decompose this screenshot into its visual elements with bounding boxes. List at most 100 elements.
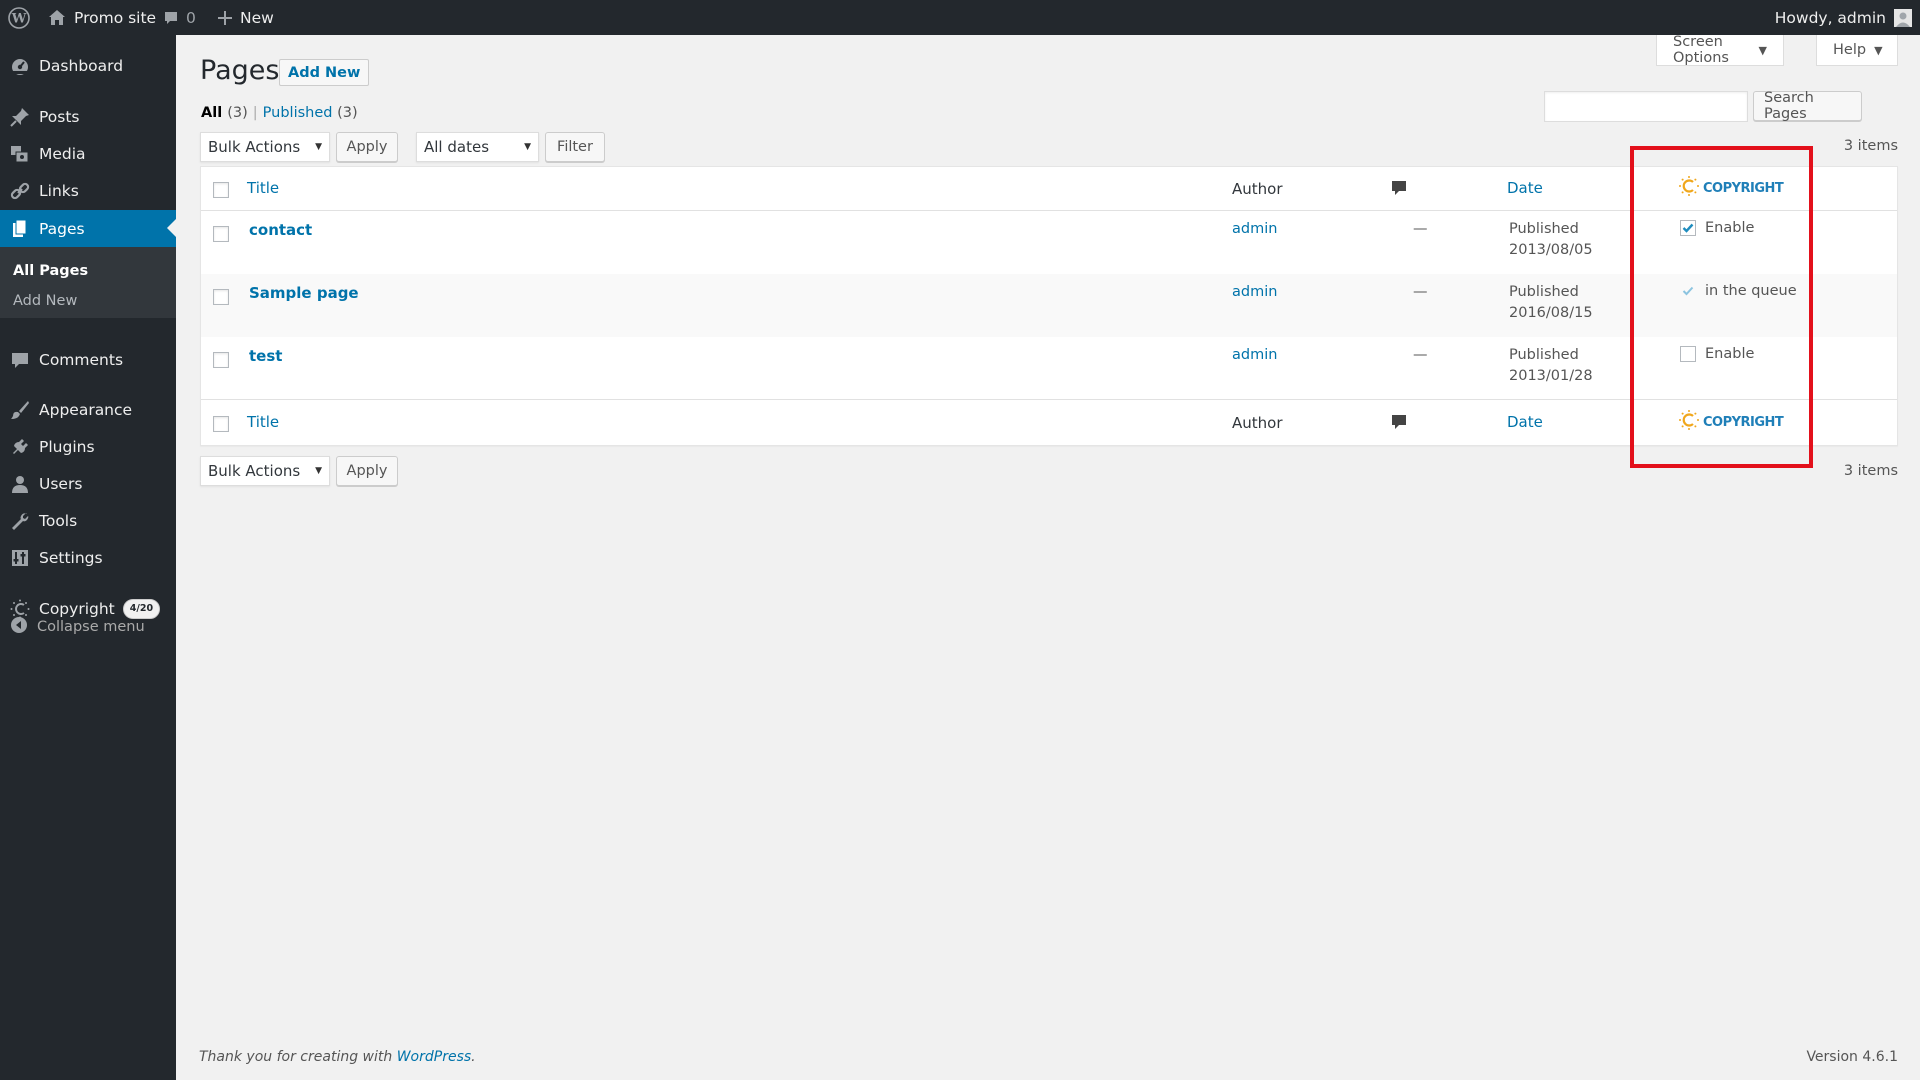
bulk-actions-value: Bulk Actions [208,138,301,156]
sidebar-item-label: Plugins [39,437,95,456]
select-all-checkbox[interactable] [213,416,229,432]
column-title-sort[interactable]: Title [247,413,279,431]
site-name-link[interactable]: Promo site [48,0,156,35]
wordpress-link[interactable]: WordPress [397,1049,471,1065]
submenu-all-pages[interactable]: All Pages [13,263,88,279]
select-all-checkbox[interactable] [213,182,229,198]
page-title: Pages [200,55,280,86]
sidebar-item-label: Appearance [39,400,133,419]
site-name: Promo site [74,8,157,27]
help-label: Help [1833,42,1867,58]
bulk-actions-value: Bulk Actions [208,462,301,480]
column-author: Author [1232,414,1283,432]
comments-column-icon[interactable] [1391,180,1407,202]
settings-icon [10,548,30,568]
collapse-arrow-icon [10,616,28,638]
copyright-column-highlight [1630,146,1813,468]
sidebar-item-settings[interactable]: Settings [0,539,176,576]
sidebar-item-label: Settings [39,548,103,567]
filter-published[interactable]: Published (3) [263,105,358,121]
search-pages-button[interactable]: Search Pages [1753,90,1862,122]
plug-icon [10,437,30,457]
bulk-actions-select-top[interactable]: Bulk Actions ▼ [200,132,330,162]
search-pages-input[interactable] [1544,91,1748,122]
media-icon [10,144,30,164]
column-date-sort[interactable]: Date [1507,413,1543,431]
caret-down-icon: ▼ [315,142,322,152]
status-filters: All (3) | Published (3) [201,105,358,121]
row-date: Published 2013/01/28 [1509,347,1593,384]
bulk-actions-select-bottom[interactable]: Bulk Actions ▼ [200,456,330,486]
row-checkbox[interactable] [213,289,229,305]
footer-thanks: Thank you for creating with WordPress. [199,1049,476,1065]
sidebar-item-media[interactable]: Media [0,135,176,172]
filter-button[interactable]: Filter [545,132,605,162]
sidebar-item-label: Tools [39,511,78,530]
column-title-sort[interactable]: Title [247,179,279,197]
row-comments: — [1413,221,1428,237]
comment-bubble-icon [163,10,179,26]
row-author-link[interactable]: admin [1232,347,1277,363]
column-author: Author [1232,180,1283,198]
sidebar-item-plugins[interactable]: Plugins [0,428,176,465]
howdy-text: Howdy, admin [1774,8,1886,27]
row-comments: — [1413,284,1428,300]
date-filter-value: All dates [424,138,490,156]
apply-button-bottom[interactable]: Apply [336,456,398,486]
sidebar-item-label: Users [39,474,83,493]
screen-options-toggle[interactable]: Screen Options ▼ [1656,34,1784,66]
apply-button-top[interactable]: Apply [336,132,398,162]
screen-options-label: Screen Options [1673,34,1729,66]
new-content-link[interactable]: New [218,0,274,35]
footer-version: Version 4.6.1 [1806,1049,1898,1065]
row-title-link[interactable]: contact [249,221,312,239]
my-account-link[interactable]: Howdy, admin [1775,0,1912,35]
wordpress-logo-icon[interactable]: W [8,0,30,35]
row-title-link[interactable]: test [249,347,282,365]
row-comments: — [1413,347,1428,363]
brush-icon [10,400,30,420]
sidebar-item-comments[interactable]: Comments [0,341,176,378]
home-icon [48,9,66,26]
plus-icon [218,10,232,25]
date-filter-select[interactable]: All dates ▼ [416,132,539,162]
filter-all[interactable]: All (3) [201,105,248,121]
admin-bar: W Promo site 0 New Howdy, admin [0,0,1920,35]
row-checkbox[interactable] [213,226,229,242]
admin-sidebar: Dashboard Posts Media Links Pages All Pa… [0,35,176,1080]
pages-submenu: All Pages Add New [0,247,176,318]
sidebar-item-links[interactable]: Links [0,172,176,209]
avatar [1894,8,1912,27]
sidebar-item-label: Dashboard [39,56,124,75]
comments-column-icon[interactable] [1391,414,1407,436]
column-date-sort[interactable]: Date [1507,179,1543,197]
sidebar-item-users[interactable]: Users [0,465,176,502]
sidebar-item-appearance[interactable]: Appearance [0,391,176,428]
submenu-add-new[interactable]: Add New [13,293,77,309]
row-author-link[interactable]: admin [1232,284,1277,300]
comments-count: 0 [186,8,196,27]
collapse-menu-button[interactable]: Collapse menu [0,612,176,642]
items-count-top: 3 items [1843,138,1898,154]
row-checkbox[interactable] [213,352,229,368]
svg-text:W: W [11,11,27,26]
help-toggle[interactable]: Help ▼ [1816,35,1898,66]
row-title-link[interactable]: Sample page [249,284,359,302]
row-author-link[interactable]: admin [1232,221,1277,237]
pin-icon [10,107,30,127]
sidebar-item-label: Media [39,144,86,163]
sidebar-item-posts[interactable]: Posts [0,98,176,135]
sidebar-item-label: Comments [39,350,124,369]
sidebar-item-dashboard[interactable]: Dashboard [0,47,176,84]
add-new-page-button[interactable]: Add New [279,59,370,86]
sidebar-item-tools[interactable]: Tools [0,502,176,539]
sidebar-item-pages[interactable]: Pages [0,210,176,247]
caret-down-icon: ▼ [315,466,322,476]
comments-link[interactable]: 0 [163,0,196,35]
dashboard-icon [10,56,30,76]
comment-icon [10,350,30,370]
current-menu-arrow [167,219,176,237]
sidebar-item-label: Posts [39,107,80,126]
filter-separator: | [252,105,258,121]
row-date: Published 2013/08/05 [1509,221,1593,258]
